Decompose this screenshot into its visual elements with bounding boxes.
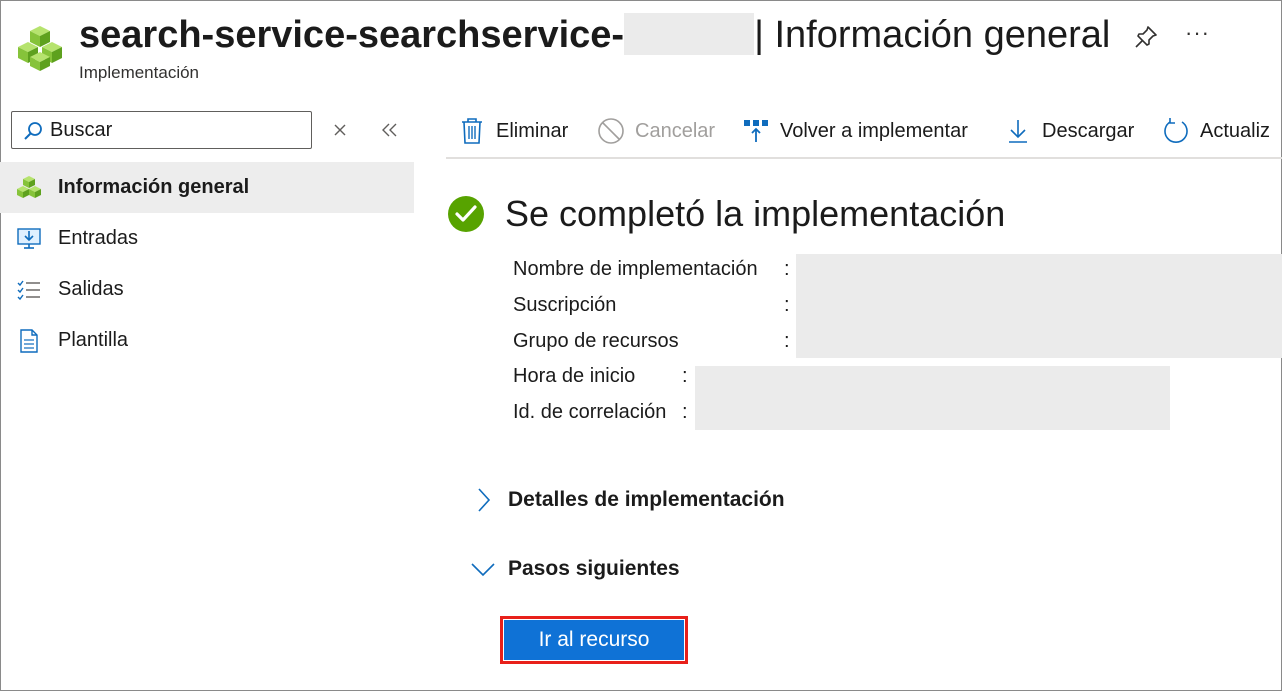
sidebar-search-box[interactable] xyxy=(11,111,312,149)
resource-name: search-service-searchservice- xyxy=(79,14,625,56)
field-label-subscription: Suscripción xyxy=(513,294,617,316)
overview-cubes-icon xyxy=(16,175,42,201)
page-title: search-service-searchservice- | Informaci… xyxy=(79,12,1110,58)
redacted-name-suffix xyxy=(624,13,755,55)
cancel-button[interactable]: Cancelar xyxy=(597,115,715,147)
download-label: Descargar xyxy=(1042,119,1135,142)
redeploy-icon xyxy=(742,117,770,145)
template-document-icon xyxy=(16,328,42,354)
command-bar: Eliminar Cancelar Volver a implementar D… xyxy=(446,105,1282,159)
page-title-section: | Información general xyxy=(754,14,1111,56)
pin-icon[interactable] xyxy=(1133,24,1159,50)
field-colon: : xyxy=(682,365,688,387)
chevron-down-icon xyxy=(470,556,496,582)
more-options-button[interactable]: ··· xyxy=(1185,20,1210,46)
page-header: search-service-searchservice- | Informaci… xyxy=(0,0,1282,90)
go-to-resource-button[interactable]: Ir al recurso xyxy=(504,620,684,660)
deployment-status: Se completó la implementación xyxy=(447,193,1005,235)
download-button[interactable]: Descargar xyxy=(1004,115,1134,147)
field-label-resource-group: Grupo de recursos xyxy=(513,330,679,352)
next-steps-toggle[interactable]: Pasos siguientes xyxy=(470,556,680,582)
deployment-details-toggle[interactable]: Detalles de implementación xyxy=(470,487,785,513)
refresh-label: Actualiz xyxy=(1200,119,1271,142)
success-check-icon xyxy=(448,196,484,232)
field-colon: : xyxy=(784,258,790,280)
field-colon: : xyxy=(682,401,688,423)
delete-label: Eliminar xyxy=(496,119,569,142)
field-colon: : xyxy=(784,294,790,316)
trash-icon xyxy=(458,117,486,145)
sidebar-item-inputs[interactable]: Entradas xyxy=(0,213,414,264)
sidebar-nav: Información general Entradas Salidas Pla… xyxy=(0,162,414,366)
sidebar-item-label: Información general xyxy=(58,176,250,198)
redacted-values-block xyxy=(796,254,1282,358)
section-label: Detalles de implementación xyxy=(508,488,785,511)
field-label-deployment-name: Nombre de implementación xyxy=(513,258,758,280)
download-icon xyxy=(1004,117,1032,145)
refresh-button[interactable]: Actualiz xyxy=(1162,115,1270,147)
section-label: Pasos siguientes xyxy=(508,557,680,580)
sidebar-item-label: Plantilla xyxy=(58,329,129,351)
field-colon: : xyxy=(784,330,790,352)
inputs-icon xyxy=(16,226,42,252)
deployment-cubes-icon xyxy=(18,26,62,71)
resource-type-subtitle: Implementación xyxy=(79,63,200,82)
clear-search-icon[interactable] xyxy=(330,119,350,141)
redeploy-button[interactable]: Volver a implementar xyxy=(742,115,968,147)
sidebar-item-template[interactable]: Plantilla xyxy=(0,315,414,366)
search-icon xyxy=(24,122,42,140)
redacted-values-block xyxy=(695,366,1170,430)
search-input[interactable] xyxy=(50,116,300,144)
collapse-sidebar-icon[interactable] xyxy=(378,119,400,141)
cancel-label: Cancelar xyxy=(635,119,716,142)
cancel-circle-icon xyxy=(597,117,625,145)
sidebar-item-label: Entradas xyxy=(58,227,139,249)
refresh-icon xyxy=(1162,117,1190,145)
field-label-correlation-id: Id. de correlación xyxy=(513,401,667,423)
redeploy-label: Volver a implementar xyxy=(780,119,968,142)
field-label-start-time: Hora de inicio xyxy=(513,365,636,387)
sidebar-item-label: Salidas xyxy=(58,278,124,300)
chevron-right-icon xyxy=(470,487,496,513)
sidebar-item-overview[interactable]: Información general xyxy=(0,162,414,213)
outputs-list-icon xyxy=(16,277,42,303)
status-heading: Se completó la implementación xyxy=(505,193,1006,234)
sidebar-item-outputs[interactable]: Salidas xyxy=(0,264,414,315)
delete-button[interactable]: Eliminar xyxy=(458,115,568,147)
